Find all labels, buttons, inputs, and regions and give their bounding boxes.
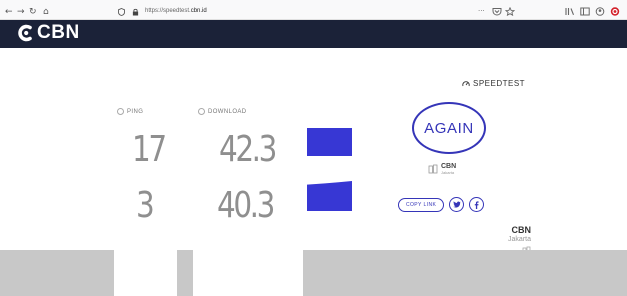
back-icon[interactable]: ← xyxy=(5,8,13,17)
again-button[interactable]: AGAIN xyxy=(412,102,486,154)
cbn-logo[interactable]: CBN xyxy=(16,21,80,45)
bookmark-star-icon[interactable] xyxy=(505,7,515,16)
cbn-logo-mark-icon xyxy=(18,24,32,42)
page-actions-icon[interactable]: ··· xyxy=(478,7,485,15)
ping-value: 17 xyxy=(132,129,167,170)
speedtest-brand[interactable]: SPEEDTEST xyxy=(462,79,525,88)
host-name: CBN xyxy=(511,225,532,235)
download-header: DOWNLOAD xyxy=(198,108,247,115)
ping-label: PING xyxy=(127,108,144,115)
server-icon xyxy=(428,164,438,174)
copy-link-button[interactable]: COPY LINK xyxy=(398,197,445,212)
sidebar-icon[interactable] xyxy=(580,7,590,16)
overlay-white-left xyxy=(114,244,177,296)
download-graph-bottom xyxy=(307,181,352,211)
download-icon xyxy=(198,108,205,115)
ping-value-secondary: 3 xyxy=(136,185,155,226)
address-bar[interactable]: https://speedtest.cbn.id xyxy=(90,7,510,18)
url-host: cbn.id xyxy=(190,8,207,14)
pocket-icon[interactable] xyxy=(492,7,502,16)
forward-icon[interactable]: → xyxy=(17,8,25,17)
shield-icon[interactable] xyxy=(118,8,125,16)
server-name: CBN xyxy=(441,163,457,170)
download-value: 42.3 xyxy=(219,129,277,170)
host-location: Jakarta xyxy=(508,236,531,243)
share-row: COPY LINK xyxy=(398,197,485,212)
site-header: CBN xyxy=(0,20,627,48)
twitter-share-button[interactable] xyxy=(449,197,465,212)
speedtest-brand-label: SPEEDTEST xyxy=(473,79,526,88)
server-info[interactable]: CBN Jakarta xyxy=(428,163,456,175)
url-prefix: https://speedtest. xyxy=(145,8,191,14)
adblock-icon[interactable] xyxy=(610,7,620,16)
home-icon[interactable]: ⌂ xyxy=(43,8,49,17)
ping-header: PING xyxy=(117,108,143,115)
overlay-white-right xyxy=(193,244,303,296)
server-location: Jakarta xyxy=(441,170,455,175)
download-label: DOWNLOAD xyxy=(208,108,247,115)
browser-toolbar: ← → ↻ ⌂ https://speedtest.cbn.id ··· xyxy=(0,0,627,20)
facebook-share-button[interactable] xyxy=(469,197,485,212)
library-icon[interactable] xyxy=(565,7,575,16)
lock-icon xyxy=(132,8,139,16)
ping-icon xyxy=(117,108,124,115)
reload-icon[interactable]: ↻ xyxy=(29,8,37,17)
download-graph-top xyxy=(307,128,352,156)
facebook-icon xyxy=(474,200,479,209)
speedtest-gauge-icon xyxy=(462,80,470,86)
logo-text: CBN xyxy=(37,22,80,43)
occluding-overlay xyxy=(0,250,627,296)
download-value-secondary: 40.3 xyxy=(217,185,275,226)
url-text: https://speedtest.cbn.id xyxy=(145,8,207,14)
account-icon[interactable] xyxy=(595,7,605,16)
twitter-icon xyxy=(452,201,461,208)
